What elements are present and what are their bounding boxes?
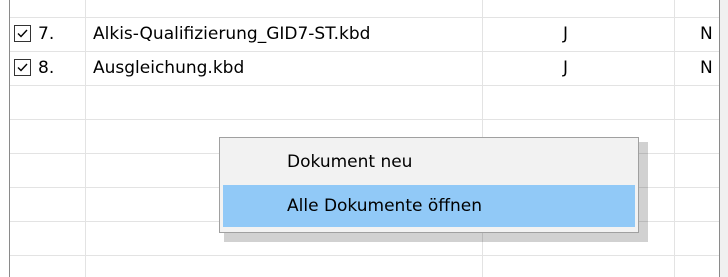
list-right-edge (720, 0, 728, 277)
list-frame-right-border (719, 0, 720, 277)
context-menu: Dokument neu Alle Dokumente öffnen (219, 137, 639, 233)
menu-item-label: Dokument neu (287, 152, 413, 172)
row-divider (10, 119, 719, 120)
flag-cell: J (563, 24, 569, 44)
table-row[interactable]: 7. Alkis-Qualifizierung_GID7-ST.kbd J N (10, 17, 719, 51)
document-name: Ausgleichung.kbd (93, 58, 245, 78)
checkbox-checked-icon (17, 29, 28, 38)
document-name: Alkis-Qualifizierung_GID7-ST.kbd (93, 24, 371, 44)
row-checkbox[interactable] (14, 59, 31, 76)
row-checkbox[interactable] (14, 25, 31, 42)
flag-cell: N (700, 24, 713, 44)
flag-cell: N (700, 58, 713, 78)
menu-item-label: Alle Dokumente öffnen (287, 196, 482, 216)
checkbox-checked-icon (17, 63, 28, 72)
row-divider (10, 255, 719, 256)
table-row[interactable]: 8. Ausgleichung.kbd J N (10, 51, 719, 85)
menu-item-open-all-documents[interactable]: Alle Dokumente öffnen (223, 185, 635, 227)
flag-cell: J (563, 58, 569, 78)
menu-item-new-document[interactable]: Dokument neu (223, 141, 635, 183)
row-divider (10, 85, 719, 86)
row-number: 8. (38, 58, 55, 78)
row-number: 7. (38, 24, 55, 44)
